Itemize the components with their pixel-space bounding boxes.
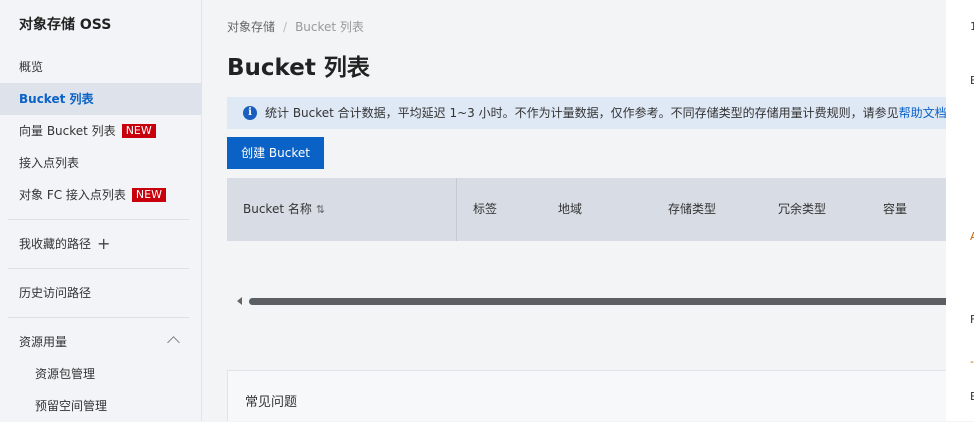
right-strip-char: E (970, 390, 974, 403)
sidebar-divider (8, 268, 189, 269)
chevron-up-icon[interactable] (167, 336, 180, 349)
column-header-region: 地域 (558, 202, 583, 216)
sidebar-item-label: 向量 Bucket 列表 (19, 124, 116, 138)
sidebar-item-resource-usage[interactable]: 资源用量 (0, 326, 201, 358)
scrollbar-thumb[interactable] (249, 298, 946, 305)
sidebar-item-history-paths[interactable]: 历史访问路径 (0, 277, 201, 309)
breadcrumb-root[interactable]: 对象存储 (227, 20, 275, 34)
right-strip-char: A (970, 230, 974, 243)
sidebar-item-bucket-list[interactable]: Bucket 列表 (0, 83, 201, 115)
create-bucket-button[interactable]: 创建 Bucket (227, 137, 324, 169)
sidebar-item-resource-packages[interactable]: 资源包管理 (0, 358, 201, 390)
sidebar-item-label: 对象 FC 接入点列表 (19, 188, 126, 202)
info-notice: i 统计 Bucket 合计数据，平均延迟 1~3 小时。不作为计量数据，仅作参考… (227, 97, 946, 129)
faq-card: 常见问题 (227, 370, 946, 421)
scroll-left-arrow-icon[interactable] (237, 297, 242, 305)
breadcrumb: 对象存储 / Bucket 列表 (227, 18, 364, 35)
sidebar-item-label: 接入点列表 (19, 156, 80, 170)
sidebar-item-label: 预留空间管理 (35, 399, 108, 413)
new-badge: NEW (131, 187, 166, 202)
sidebar-item-favorite-paths[interactable]: 我收藏的路径 + (0, 228, 201, 260)
page-title: Bucket 列表 (227, 55, 370, 81)
sidebar-title: 对象存储 OSS (19, 17, 112, 33)
sidebar-divider (8, 219, 189, 220)
notice-text: 统计 Bucket 合计数据，平均延迟 1~3 小时。不作为计量数据，仅作参考。… (265, 106, 899, 120)
plus-icon[interactable]: + (97, 235, 110, 252)
sidebar-item-label: 资源包管理 (35, 367, 96, 381)
sidebar-item-label: Bucket 列表 (19, 92, 94, 106)
column-divider (456, 178, 457, 241)
sort-icon[interactable]: ⇅ (316, 178, 325, 241)
main-content: 对象存储 / Bucket 列表 Bucket 列表 i 统计 Bucket 合计数据… (203, 0, 946, 421)
column-header-storage-class: 存储类型 (668, 202, 717, 216)
sidebar-item-reserved-space[interactable]: 预留空间管理 (0, 390, 201, 422)
breadcrumb-current: Bucket 列表 (295, 20, 364, 34)
sidebar-item-label: 资源用量 (19, 335, 68, 349)
right-strip-char: - (970, 355, 974, 368)
breadcrumb-separator: / (283, 20, 288, 34)
sidebar-item-label: 概览 (19, 60, 44, 74)
help-doc-link[interactable]: 帮助文档 (899, 106, 946, 120)
new-badge: NEW (121, 123, 156, 138)
sidebar-item-access-points[interactable]: 接入点列表 (0, 147, 201, 179)
faq-title: 常见问题 (245, 395, 298, 410)
sidebar-item-overview[interactable]: 概览 (0, 51, 201, 83)
right-panel-edge: 1 E A F - E (946, 0, 974, 421)
right-strip-char: E (970, 74, 974, 87)
sidebar-item-label: 历史访问路径 (19, 286, 92, 300)
right-strip-char: 1 (970, 20, 974, 33)
column-header-bucket-name[interactable]: Bucket 名称 ⇅ (243, 178, 325, 241)
sidebar-item-vector-bucket-list[interactable]: 向量 Bucket 列表 NEW (0, 115, 201, 147)
bucket-table-header: Bucket 名称 ⇅ 标签 地域 存储类型 冗余类型 容量 (227, 178, 946, 241)
right-strip-char: F (970, 313, 974, 326)
sidebar-divider (8, 317, 189, 318)
horizontal-scrollbar[interactable] (249, 298, 946, 305)
sidebar-item-fc-access-points[interactable]: 对象 FC 接入点列表 NEW (0, 179, 201, 211)
sidebar-item-label: 我收藏的路径 (19, 237, 92, 251)
column-header-redundancy: 冗余类型 (778, 202, 827, 216)
column-header-capacity: 容量 (883, 202, 908, 216)
info-icon: i (243, 105, 257, 120)
sidebar: 对象存储 OSS 概览 Bucket 列表 向量 Bucket 列表 NEW 接入… (0, 0, 202, 421)
column-header-tags: 标签 (473, 202, 498, 216)
